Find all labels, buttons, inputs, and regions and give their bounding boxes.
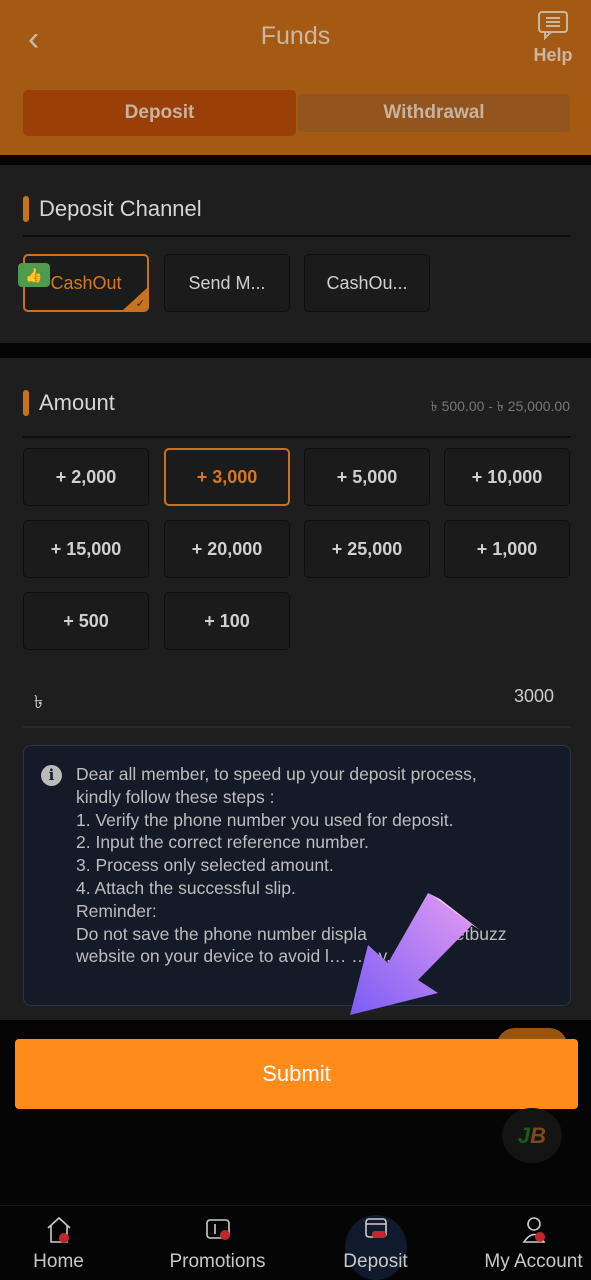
amount-heading: Amount — [23, 390, 115, 416]
nav-deposit[interactable]: Deposit — [302, 1215, 449, 1273]
ticket-icon — [205, 1219, 230, 1240]
notice-line: 2. Input the correct reference number. — [76, 832, 369, 853]
amount-option[interactable]: + 2,000 — [23, 448, 149, 506]
tab-deposit[interactable]: Deposit — [23, 90, 296, 136]
notice-fragment: Do not save the phone number displa — [76, 923, 367, 944]
amount-input[interactable]: 3000 — [514, 686, 554, 707]
nav-home[interactable]: Home — [0, 1215, 132, 1273]
input-underline — [23, 726, 571, 728]
divider — [23, 436, 571, 438]
amount-option[interactable]: + 10,000 — [444, 448, 570, 506]
brand-logo[interactable]: JB — [502, 1108, 562, 1163]
amount-option[interactable]: + 5,000 — [304, 448, 430, 506]
amount-option[interactable]: + 100 — [164, 592, 290, 650]
divider — [23, 235, 571, 237]
accent-bar — [23, 390, 29, 416]
wallet-icon — [364, 1218, 387, 1238]
currency-symbol: ৳ — [34, 692, 43, 712]
nav-label: My Account — [484, 1251, 583, 1272]
section-title: Deposit Channel — [39, 196, 202, 221]
notice-line: 3. Process only selected amount. — [76, 855, 334, 876]
check-icon: ✓ — [135, 298, 145, 310]
amount-option[interactable]: + 1,000 — [444, 520, 570, 578]
amount-option[interactable]: + 3,000 — [164, 448, 290, 506]
nav-label: Deposit — [343, 1251, 408, 1272]
amount-option[interactable]: + 20,000 — [164, 520, 290, 578]
deposit-channel-heading: Deposit Channel — [23, 196, 202, 222]
nav-label: Promotions — [169, 1251, 266, 1272]
nav-promotions[interactable]: Promotions — [144, 1215, 291, 1273]
help-button[interactable]: Help — [528, 10, 578, 66]
page-title: Funds — [260, 22, 331, 50]
chat-icon — [538, 11, 568, 41]
amount-option[interactable]: + 500 — [23, 592, 149, 650]
nav-my-account[interactable]: My Account — [460, 1215, 591, 1273]
home-icon — [46, 1216, 71, 1243]
notice-line: kindly follow these steps : — [76, 786, 275, 807]
info-icon: i — [41, 765, 62, 786]
notice-line: Dear all member, to speed up your deposi… — [76, 764, 477, 784]
help-label: Help — [533, 45, 573, 65]
channel-label: CashOut — [50, 272, 122, 293]
pointer-arrow-icon — [350, 893, 480, 1015]
thumbs-up-icon: 👍 — [18, 263, 50, 287]
channel-send-money[interactable]: Send M... — [164, 254, 290, 312]
channel-cashout-2[interactable]: CashOu... — [304, 254, 430, 312]
channel-label: Send M... — [188, 272, 266, 293]
tab-withdrawal[interactable]: Withdrawal — [298, 94, 570, 132]
submit-button[interactable]: Submit — [15, 1039, 578, 1109]
amount-range: ৳ 500.00 - ৳ 25,000.00 — [430, 398, 570, 414]
channel-label: CashOu... — [326, 272, 408, 293]
section-title: Amount — [39, 390, 115, 415]
user-icon — [522, 1217, 545, 1243]
amount-option[interactable]: + 25,000 — [304, 520, 430, 578]
notice-line: 1. Verify the phone number you used for … — [76, 809, 454, 830]
nav-label: Home — [33, 1251, 84, 1272]
accent-bar — [23, 196, 29, 222]
amount-option[interactable]: + 15,000 — [23, 520, 149, 578]
